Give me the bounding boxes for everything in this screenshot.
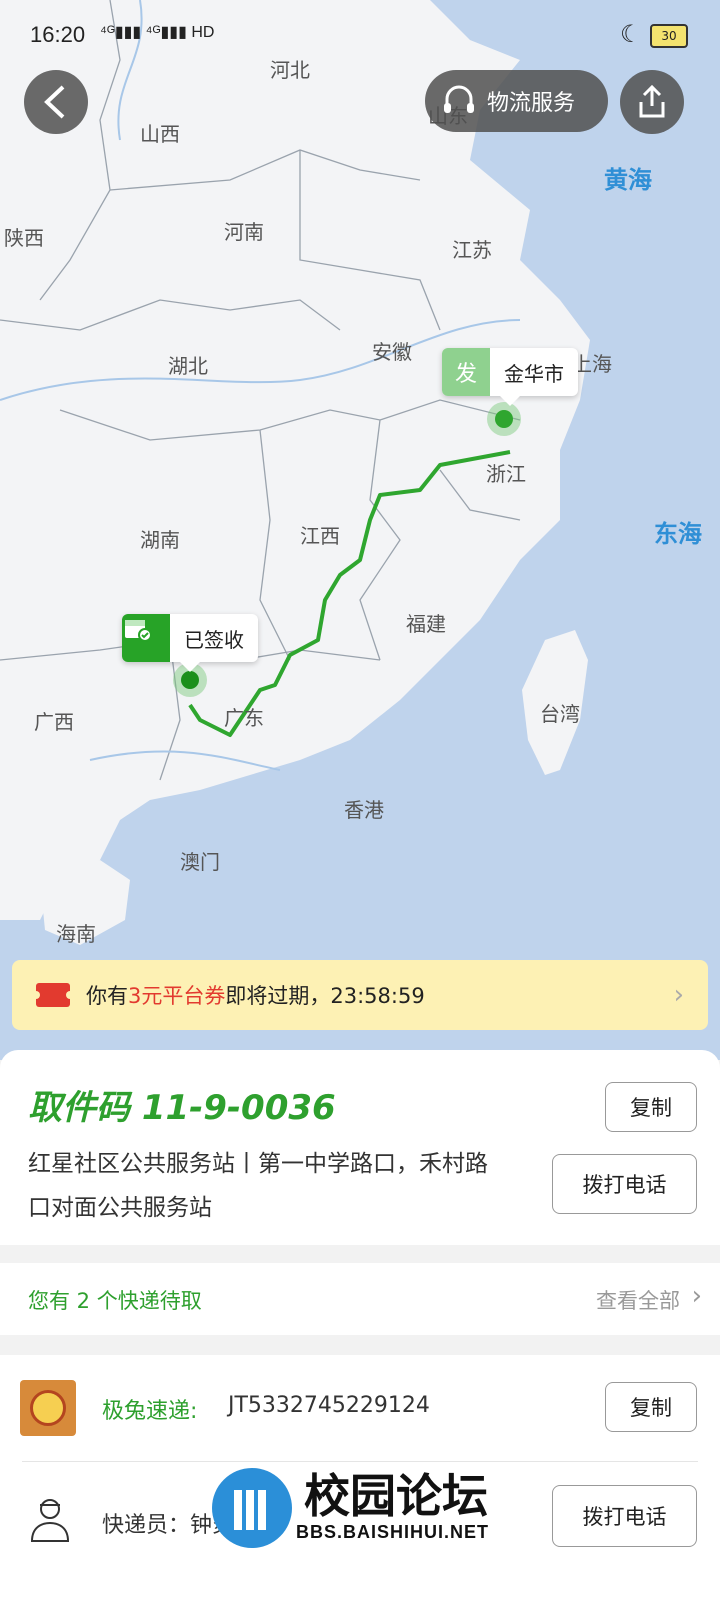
copy-tracking-button[interactable]: 复制 xyxy=(605,1382,697,1432)
signed-package-icon xyxy=(122,614,170,662)
pickup-code: 取件码 11-9-0036 xyxy=(28,1088,336,1128)
region-label: 陕西 xyxy=(4,226,44,250)
forum-watermark: 校园论坛 BBS.BAISHIHUI.NET xyxy=(212,1460,512,1580)
moon-icon: ☾ xyxy=(620,20,642,48)
coupon-banner[interactable]: 你有 3元平台券 即将过期，23:58:59 › xyxy=(12,960,708,1030)
region-label: 福建 xyxy=(406,612,446,636)
battery-icon: 30 xyxy=(650,24,688,48)
region-label: 广西 xyxy=(34,710,74,734)
region-label: 湖北 xyxy=(168,354,208,378)
share-button[interactable] xyxy=(620,70,684,134)
back-button[interactable] xyxy=(24,70,88,134)
courier-person-icon xyxy=(30,1499,70,1542)
map-canvas xyxy=(0,0,590,945)
region-label: 浙江 xyxy=(486,462,526,486)
coupon-prefix: 你有 xyxy=(86,984,128,1008)
signal-icon: ⁴ᴳ▮▮▮ ⁴ᴳ▮▮▮ HD xyxy=(100,24,215,41)
map-view[interactable]: 河北 山西 山东 陕西 河南 江苏 安徽 上海 湖北 浙江 湖南 江西 福建 广… xyxy=(0,0,720,1060)
status-time: 16:20 xyxy=(30,22,86,47)
region-label: 江苏 xyxy=(452,238,492,262)
chevron-left-icon xyxy=(44,85,65,119)
pending-text: 您有 2 个快递待取 xyxy=(28,1289,202,1313)
chevron-right-icon: › xyxy=(673,980,684,1010)
destination-status: 已签收 xyxy=(184,627,244,652)
watermark-title: 校园论坛 xyxy=(304,1469,488,1523)
coupon-icon xyxy=(32,983,74,1007)
sea-label: 黄海 xyxy=(604,166,652,194)
origin-city: 金华市 xyxy=(504,361,564,386)
logistics-service-button[interactable]: 物流服务 xyxy=(425,70,608,132)
region-label: 河南 xyxy=(224,220,264,244)
company-logo xyxy=(20,1380,76,1436)
call-station-button[interactable]: 拨打电话 xyxy=(552,1154,697,1214)
region-label: 安徽 xyxy=(372,340,412,364)
share-icon xyxy=(639,84,665,118)
region-label: 台湾 xyxy=(540,702,580,726)
tracking-number: JT5332745229124 xyxy=(228,1393,430,1418)
region-label: 江西 xyxy=(300,524,340,548)
pickup-card: 取件码 11-9-0036 红星社区公共服务站丨第一中学路口，禾村路口对面公共服… xyxy=(0,1050,720,1245)
logistics-service-label: 物流服务 xyxy=(487,91,576,116)
pickup-address: 红星社区公共服务站丨第一中学路口，禾村路口对面公共服务站 xyxy=(28,1151,488,1221)
coupon-highlight: 3元平台券 xyxy=(128,984,226,1008)
sea-label: 东海 xyxy=(654,520,702,548)
pending-packages-row[interactable]: 您有 2 个快递待取 查看全部 › xyxy=(0,1263,720,1335)
region-label: 澳门 xyxy=(180,850,220,874)
headset-icon xyxy=(444,85,474,113)
region-label: 广东 xyxy=(224,706,264,730)
forum-logo-icon xyxy=(212,1468,292,1548)
coupon-suffix: 即将过期，23:58:59 xyxy=(225,984,425,1008)
origin-marker-label[interactable]: 发 金华市 xyxy=(442,348,578,406)
region-label: 海南 xyxy=(56,922,96,946)
region-label: 山西 xyxy=(140,122,180,146)
call-courier-button[interactable]: 拨打电话 xyxy=(552,1485,697,1547)
view-all-link[interactable]: 查看全部 xyxy=(596,1285,680,1315)
chevron-right-icon: › xyxy=(691,1281,702,1311)
destination-marker-label[interactable]: 已签收 xyxy=(122,614,258,672)
copy-code-button[interactable]: 复制 xyxy=(605,1082,697,1132)
origin-tag: 发 xyxy=(442,348,490,396)
status-bar: 16:20 ⁴ᴳ▮▮▮ ⁴ᴳ▮▮▮ HD ☾ 30 xyxy=(0,0,720,70)
courier-company: 极兔速递: xyxy=(102,1399,198,1424)
watermark-url: BBS.BAISHIHUI.NET xyxy=(296,1522,490,1542)
region-label: 上海 xyxy=(572,352,612,376)
region-label: 香港 xyxy=(344,798,384,822)
region-label: 湖南 xyxy=(140,528,180,552)
